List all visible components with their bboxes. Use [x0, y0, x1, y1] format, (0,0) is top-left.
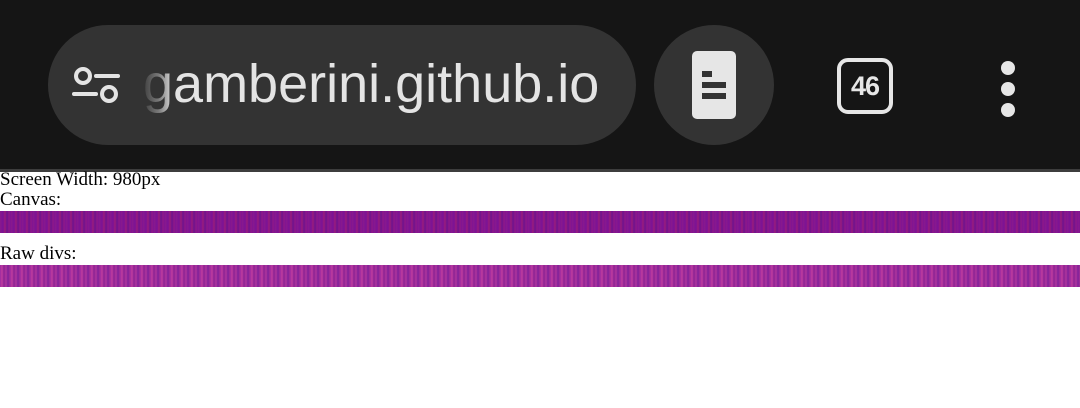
raw-divs-label: Raw divs: — [0, 243, 77, 264]
raw-divs-bar — [0, 265, 1080, 287]
browser-toolbar: gamberini.github.io 46 — [0, 0, 1080, 169]
reader-mode-icon — [692, 51, 736, 119]
reader-mode-button[interactable] — [654, 25, 774, 145]
canvas-bar — [0, 211, 1080, 233]
more-vert-icon[interactable] — [988, 56, 1028, 117]
url-text[interactable]: gamberini.github.io — [143, 49, 599, 119]
canvas-label: Canvas: — [0, 189, 62, 210]
menu-dot — [1001, 61, 1015, 75]
url-field[interactable]: gamberini.github.io — [140, 25, 620, 145]
page-content: Screen Width: 980px Canvas: Raw divs: — [0, 169, 1080, 408]
site-settings-icon[interactable] — [66, 56, 124, 114]
screen-width-text: Screen Width: 980px — [0, 169, 161, 190]
tab-switcher-button[interactable]: 46 — [834, 56, 894, 116]
menu-dot — [1001, 82, 1015, 96]
menu-dot — [1001, 103, 1015, 117]
tab-count: 46 — [850, 71, 880, 101]
